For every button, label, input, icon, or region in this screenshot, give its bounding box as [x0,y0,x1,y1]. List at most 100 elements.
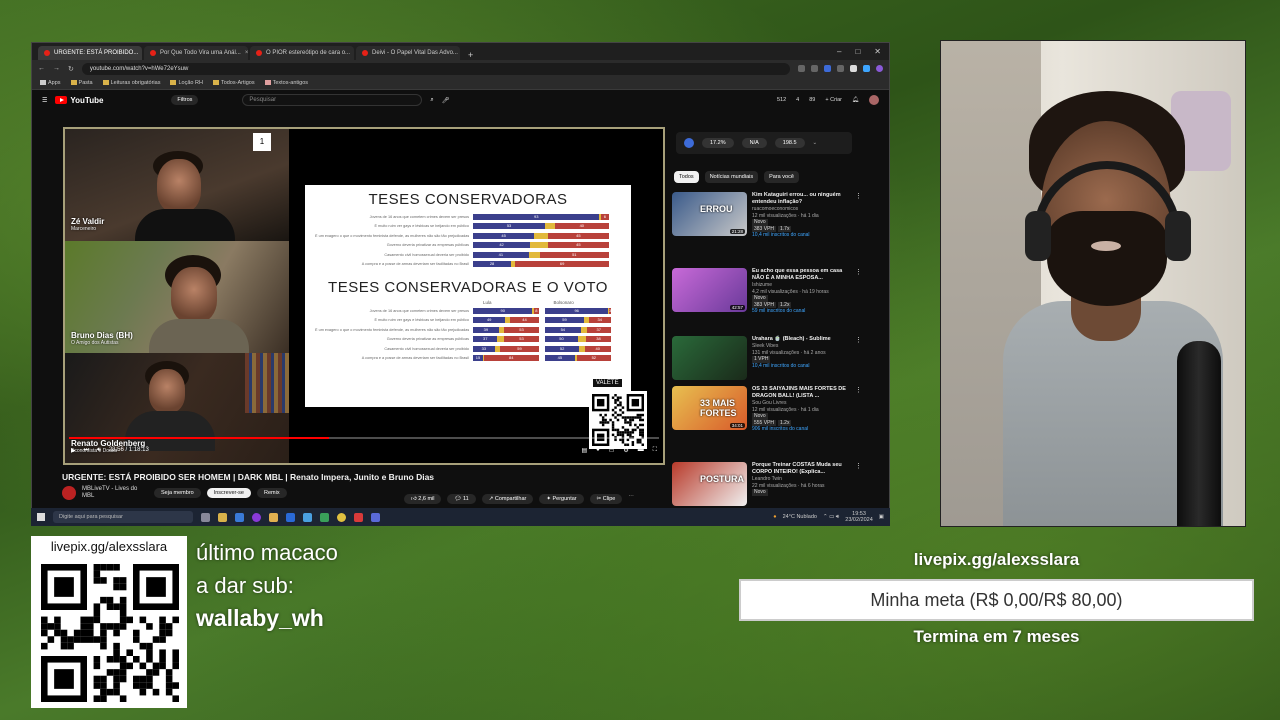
tray-icons[interactable]: ⌃ ▭ 🔊︎ [823,514,839,521]
extension-icon[interactable] [837,65,844,72]
back-icon[interactable]: ← [38,65,45,72]
bar-pair: 49 44 59 34 [473,317,611,324]
search-icon[interactable]: ⌕ [430,97,433,104]
task-view-icon[interactable] [201,512,210,522]
bookmark-apps[interactable]: Apps [40,80,61,86]
app-icon[interactable] [354,512,363,522]
video-title[interactable]: OS 33 SAIYAJINS MAIS FORTES DE DRAGON BA… [752,386,850,400]
video-thumbnail[interactable]: 42:57 [672,268,747,312]
slide-row: É um exagero o que o movimento feminista… [315,325,621,335]
bookmark-folder[interactable]: Todos-Artigos [212,80,255,86]
video-title[interactable]: Eu acho que essa pessoa em casa NÃO É A … [752,268,850,282]
browser-tab[interactable]: Por Que Todo Vira uma Anál... × [144,46,248,60]
youtube-logo[interactable]: YouTube [55,96,103,105]
extension-icon[interactable] [798,65,805,72]
recommended-video[interactable]: ERROU 21:28 Kim Kataguiri errou... ou ning… [672,192,862,254]
theater-icon[interactable]: ▬ [638,447,644,454]
extension-icon[interactable] [824,65,831,72]
qr-module [604,421,607,424]
channel-name[interactable]: MBLiveTV - Lives do MBL [82,486,148,500]
ask-button[interactable]: ✦ Perguntar [539,494,584,504]
more-options-icon[interactable]: ⋮ [855,192,862,254]
autoplay-icon[interactable]: ● [596,447,600,454]
chevron-down-icon[interactable]: ⌄ [813,140,818,146]
remix-button[interactable]: Remix [256,488,287,498]
video-thumbnail[interactable]: POSTURA [672,462,747,506]
weather-icon[interactable]: ● [773,514,776,520]
video-title[interactable]: Urahara 🍵 (Bleach) - Sublime [752,336,850,343]
url-field[interactable]: youtube.com/watch?v=hWe72eYsuw [81,62,790,75]
recommended-video[interactable]: 33 MAIS FORTES 34:01 OS 33 SAIYAJINS MAIS … [672,386,862,448]
video-thumbnail[interactable]: ERROU 21:28 [672,192,747,236]
fullscreen-icon[interactable]: ⛶ [653,447,657,454]
bell-icon[interactable]: 🔔︎ [852,97,859,103]
avatar[interactable] [869,95,879,105]
app-icon[interactable] [235,512,244,522]
video-title[interactable]: Kim Kataguiri errou... ou ninguém entend… [752,192,850,206]
browser-tab[interactable]: URGENTE: ESTÁ PROIBIDO...× [38,46,142,60]
miniplayer-icon[interactable]: ▭ [609,447,615,454]
search-placeholder: Pesquisar [249,97,277,103]
windows-start-icon[interactable] [37,513,45,521]
more-options-icon[interactable]: ⋮ [855,268,862,330]
subtitles-icon[interactable]: ▤ [581,447,587,454]
slide-row: Jovens de 16 anos que cometem crimes dev… [315,306,621,316]
bookmark-folder[interactable]: Pasta [70,80,93,86]
explorer-icon[interactable] [218,512,227,522]
recommended-video[interactable]: 42:57 Eu acho que essa pessoa em casa NÃO… [672,268,862,330]
new-tab-icon[interactable]: + [462,50,479,60]
clip-button[interactable]: ✂ Clipe [589,494,623,504]
video-thumbnail[interactable] [672,336,747,380]
like-button[interactable]: 👍︎ 2,6 mil [404,494,442,504]
search-input[interactable]: Pesquisar [242,94,423,106]
forward-icon[interactable]: → [53,65,60,72]
more-actions-icon[interactable]: ⋯ [628,494,634,504]
menu-icon[interactable]: ☰ [42,97,47,104]
microphone-icon[interactable]: 🎤︎ [442,97,450,104]
app-icon[interactable] [303,512,312,522]
app-icon[interactable] [269,512,278,522]
minimize-icon[interactable]: – [837,47,841,56]
close-window-icon[interactable]: ✕ [874,47,881,56]
video-title[interactable]: Porque Treinar COSTAS Muda seu CORPO INT… [752,462,850,476]
chip-for-you[interactable]: Para você [764,171,799,183]
play-icon[interactable]: ▶ [71,447,76,454]
progress-bar[interactable] [69,437,659,439]
extension-icon[interactable] [863,65,870,72]
channel-avatar[interactable] [62,486,76,500]
bookmark-link[interactable]: Textos-antigos [264,80,308,86]
next-icon[interactable]: ⏭ [84,447,89,454]
volume-icon[interactable]: 🔊︎ [97,447,101,454]
app-icon[interactable] [252,512,261,522]
create-button[interactable]: + Criar [825,97,842,103]
bookmark-folder[interactable]: Leituras obrigatórias [102,80,160,86]
comments-button[interactable]: 💬︎ 11 [447,494,476,504]
maximize-icon[interactable]: □ [855,47,860,56]
qr-module [41,623,48,630]
close-tab-icon[interactable]: × [245,50,248,56]
video-thumbnail[interactable]: 33 MAIS FORTES 34:01 [672,386,747,430]
join-button[interactable]: Seja membro [154,488,201,498]
taskbar-search-input[interactable]: Digite aqui para pesquisar [53,511,193,523]
profile-icon[interactable] [876,65,883,72]
chip-world-news[interactable]: Notícias mundiais [704,171,759,183]
browser-tab[interactable]: O PIOR estereótipo de cara o...× [250,46,354,60]
extension-icon[interactable] [850,65,857,72]
clock[interactable]: 19:53 23/02/2024 [845,511,873,523]
extension-icon[interactable] [811,65,818,72]
app-icon[interactable] [286,512,295,522]
reload-icon[interactable]: ↻ [68,65,74,73]
subscribe-button[interactable]: Inscrever-se [206,488,251,498]
more-options-icon[interactable]: ⋮ [855,386,862,448]
bookmark-folder[interactable]: Loção RH [170,80,203,86]
settings-icon[interactable]: ⚙ [623,447,628,454]
app-icon[interactable] [371,512,380,522]
browser-tab[interactable]: Deivi - O Papel Vital Das Advo...× [356,46,460,60]
chrome-icon[interactable] [337,512,346,522]
video-player[interactable]: 1 Zé Valdir Marceneiro Bruno Dias (BH) O A… [63,127,665,465]
share-button[interactable]: ↗ Compartilhar [481,494,534,504]
notifications-icon[interactable]: ▣ [879,514,884,520]
chip-all[interactable]: Todos [674,171,699,183]
filters-button[interactable]: Filtros [171,95,199,105]
app-icon[interactable] [320,512,329,522]
